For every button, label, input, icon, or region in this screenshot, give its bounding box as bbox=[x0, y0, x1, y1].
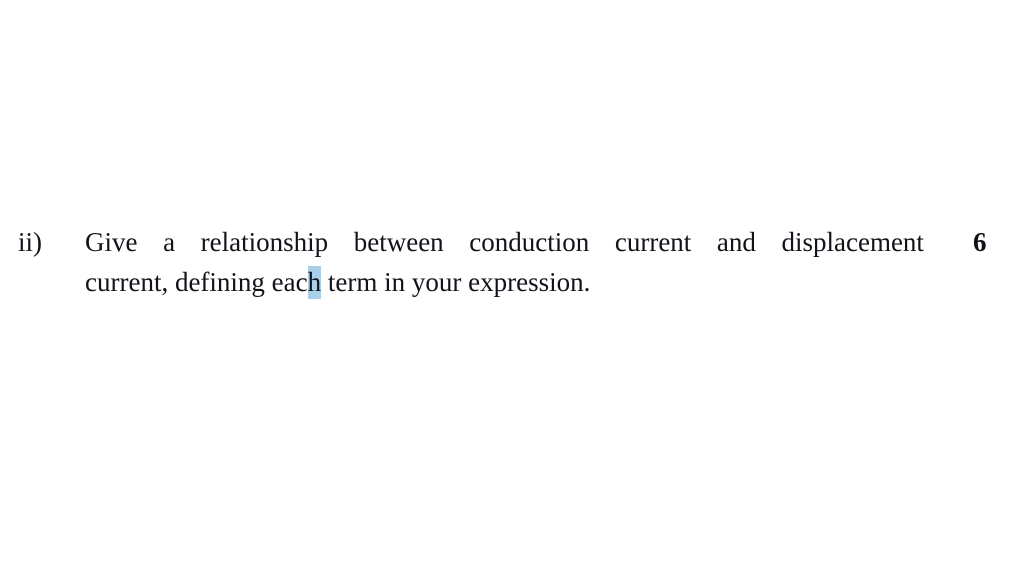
word: Give bbox=[85, 227, 138, 257]
word: and bbox=[716, 227, 756, 257]
question-line-1: Give a relationship between conduction c… bbox=[85, 222, 924, 262]
question-text: Give a relationship between conduction c… bbox=[85, 222, 924, 302]
word: displacement bbox=[781, 227, 924, 257]
word: a bbox=[163, 227, 176, 257]
question-line-2-text-before: current, defining eac bbox=[85, 267, 308, 297]
question-line-2: current, defining each term in your expr… bbox=[85, 262, 924, 302]
marks-value: 6 bbox=[973, 227, 987, 257]
word: current bbox=[614, 227, 692, 257]
word: conduction bbox=[469, 227, 590, 257]
question-block: ii) Give a relationship between conducti… bbox=[0, 222, 1024, 302]
document-page: ii) Give a relationship between conducti… bbox=[0, 0, 1024, 576]
question-line-2-text-after: term in your expression. bbox=[321, 267, 591, 297]
text-selection-highlight[interactable]: h bbox=[307, 266, 322, 299]
question-item-label: ii) bbox=[18, 227, 42, 257]
word: relationship bbox=[200, 227, 329, 257]
question-row: ii) Give a relationship between conducti… bbox=[0, 222, 1024, 302]
word: between bbox=[353, 227, 444, 257]
